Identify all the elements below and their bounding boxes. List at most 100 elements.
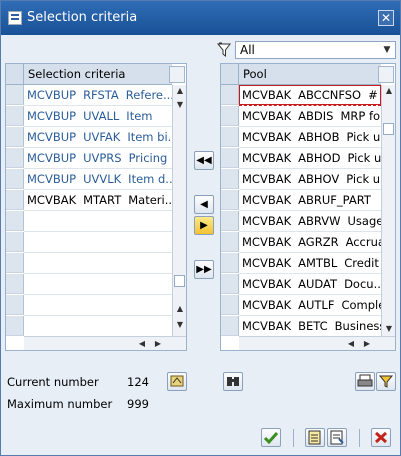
column-header-pool[interactable]: Pool (239, 64, 381, 85)
row-field-name: ABHOV (298, 172, 340, 186)
row-selector[interactable] (221, 169, 239, 189)
scroll-left-icon[interactable]: ◀ (345, 338, 357, 350)
chevron-down-icon[interactable]: ▼ (379, 42, 395, 58)
table-row[interactable] (24, 316, 172, 337)
scroll-right-icon[interactable]: ▶ (152, 338, 164, 350)
table-row[interactable]: MCVBAK ABHOV Pick u (239, 169, 381, 190)
table-row[interactable]: MCVBUP RFSTA Refere... (24, 85, 172, 106)
row-selector[interactable] (6, 127, 24, 147)
row-selector[interactable] (221, 274, 239, 294)
row-field-name: UVVLK (83, 172, 122, 186)
row-selector[interactable] (221, 106, 239, 126)
column-settings-button[interactable] (169, 66, 185, 83)
scroll-up-icon[interactable]: ▲ (382, 85, 396, 97)
left-horizontal-scrollbar[interactable]: ◀ ▶ (24, 336, 186, 350)
row-selector[interactable] (221, 85, 239, 105)
selection-criteria-table: Selection criteria MCVBUP RFSTA Refere... M… (5, 63, 187, 351)
move-all-right-button[interactable]: ▶▶ (194, 260, 214, 279)
table-row[interactable]: MCVBAK ABRUF_PART (239, 190, 381, 211)
select-all-corner[interactable] (6, 64, 24, 85)
row-description: Pick u (347, 151, 381, 165)
scroll-thumb[interactable] (174, 275, 185, 287)
row-selector[interactable] (6, 169, 24, 189)
table-row[interactable]: MCVBAK ABCCNFSO # (239, 85, 381, 106)
row-selector[interactable] (6, 211, 24, 231)
table-row[interactable] (24, 295, 172, 316)
row-table-name: MCVBUP (27, 172, 77, 186)
row-table-name: MCVBAK (242, 235, 292, 249)
table-row[interactable]: MCVBAK ABHOB Pick u (239, 127, 381, 148)
cancel-button[interactable] (371, 428, 391, 447)
toolbar-separator (359, 429, 360, 447)
select-all-corner[interactable] (221, 64, 239, 85)
move-all-left-button[interactable]: ◀◀ (194, 151, 214, 170)
row-selector[interactable] (6, 85, 24, 105)
table-row[interactable] (24, 211, 172, 232)
table-row[interactable]: MCVBAK AUTLF Comple (239, 295, 381, 316)
row-selector[interactable] (221, 253, 239, 273)
table-row[interactable]: MCVBUP UVFAK Item bi... (24, 127, 172, 148)
row-selector[interactable] (6, 106, 24, 126)
row-description: Accrua (345, 235, 381, 249)
row-selector[interactable] (6, 148, 24, 168)
confirm-button[interactable] (261, 428, 281, 447)
print-button[interactable] (355, 372, 375, 391)
row-field-name: AGRZR (298, 235, 339, 249)
table-row[interactable]: MCVBAK ABRVW Usage (239, 211, 381, 232)
row-selector[interactable] (221, 211, 239, 231)
table-row[interactable]: MCVBUP UVPRS Pricing (24, 148, 172, 169)
row-selector[interactable] (221, 190, 239, 210)
sort-button[interactable] (167, 372, 187, 391)
row-selector[interactable] (221, 295, 239, 315)
filter-dropdown[interactable]: All ▼ (235, 41, 396, 59)
filter-icon[interactable] (216, 41, 234, 59)
scroll-down-icon[interactable]: ▼ (382, 323, 396, 335)
row-selector[interactable] (6, 274, 24, 294)
right-horizontal-scrollbar[interactable]: ◀ ▶ (239, 336, 395, 350)
column-settings-button[interactable] (378, 66, 394, 83)
pool-table: Pool MCVBAK ABCCNFSO # MCVBAK ABDIS MRP fo MCV… (220, 63, 396, 351)
row-selector[interactable] (221, 316, 239, 336)
table-row[interactable] (24, 253, 172, 274)
table-row[interactable]: MCVBAK AUDAT Docu... (239, 274, 381, 295)
scroll-right-icon[interactable]: ▶ (361, 338, 373, 350)
table-row[interactable]: MCVBAK AMTBL Credit (239, 253, 381, 274)
table-row[interactable]: MCVBAK BETC Business (239, 316, 381, 337)
row-selector[interactable] (6, 316, 24, 336)
scroll-thumb[interactable] (383, 123, 394, 135)
scroll-down-icon[interactable]: ▼ (173, 99, 187, 111)
row-selector[interactable] (6, 190, 24, 210)
cancel-x-icon (374, 431, 388, 444)
move-left-button[interactable]: ◀ (194, 195, 214, 214)
load-variant-button[interactable] (327, 428, 347, 447)
right-vertical-scrollbar[interactable]: ▲ ▼ (381, 85, 395, 337)
scroll-up-icon[interactable]: ▲ (173, 303, 187, 315)
row-field-name: RFSTA (83, 88, 119, 102)
row-selector[interactable] (6, 253, 24, 273)
scroll-left-icon[interactable]: ◀ (136, 338, 148, 350)
table-row[interactable]: MCVBAK ABDIS MRP fo (239, 106, 381, 127)
move-right-button[interactable]: ▶ (194, 216, 214, 235)
close-icon[interactable]: ✕ (378, 10, 394, 26)
row-selector[interactable] (6, 295, 24, 315)
row-selector[interactable] (221, 127, 239, 147)
table-row[interactable]: MCVBUP UVVLK Item d... (24, 169, 172, 190)
column-header-selection-criteria[interactable]: Selection criteria (24, 64, 172, 85)
find-button[interactable] (223, 372, 243, 391)
table-row[interactable]: MCVBAK AGRZR Accrua (239, 232, 381, 253)
table-row[interactable]: MCVBUP UVALL Item (24, 106, 172, 127)
row-field-name: ABCCNFSO (298, 88, 362, 102)
row-selector[interactable] (221, 148, 239, 168)
scroll-up-icon[interactable]: ▲ (173, 85, 187, 97)
left-vertical-scrollbar[interactable]: ▲ ▼ ▲ ▼ (172, 85, 186, 337)
row-selector[interactable] (6, 232, 24, 252)
table-row[interactable]: MCVBAK ABHOD Pick u (239, 148, 381, 169)
row-selector[interactable] (221, 232, 239, 252)
filter-settings-button[interactable] (376, 372, 396, 391)
table-row[interactable] (24, 274, 172, 295)
table-row[interactable]: MCVBAK MTART Materi... (24, 190, 172, 211)
row-description: Business (334, 319, 381, 333)
table-row[interactable] (24, 232, 172, 253)
save-variant-button[interactable] (305, 428, 325, 447)
scroll-down-icon[interactable]: ▼ (173, 319, 187, 331)
